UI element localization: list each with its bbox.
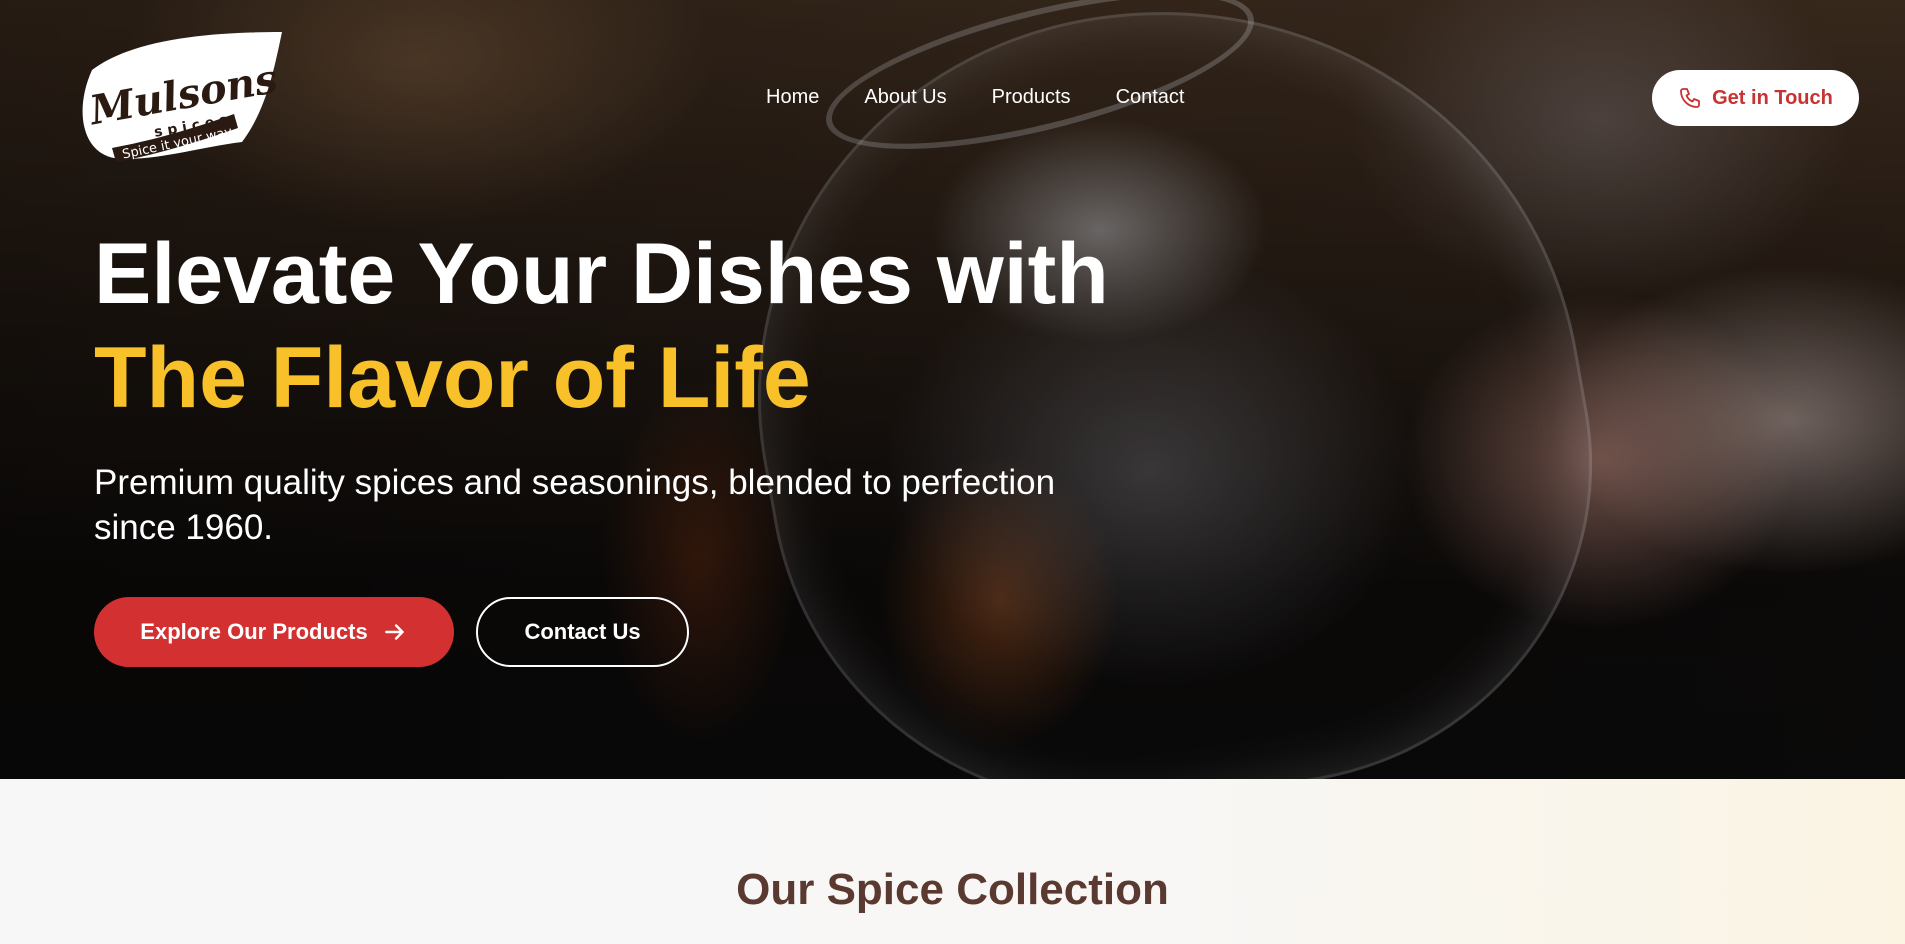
hero-headline-line2: The Flavor of Life (94, 330, 811, 426)
nav-item-about-us[interactable]: About Us (864, 84, 946, 110)
collection-title: Our Spice Collection (736, 865, 1169, 914)
nav-item-contact[interactable]: Contact (1116, 84, 1185, 110)
get-in-touch-button[interactable]: Get in Touch (1652, 70, 1859, 126)
phone-icon (1680, 88, 1701, 108)
arrow-right-icon (384, 624, 404, 640)
spice-collection-section: Our Spice Collection (0, 779, 1905, 944)
main-nav: Home About Us Products Contact (766, 84, 1185, 110)
explore-products-label: Explore Our Products (140, 619, 368, 644)
contact-us-label: Contact Us (524, 619, 641, 644)
mulsons-logo-icon: Mulsons spices Spice it your way (82, 32, 283, 163)
get-in-touch-label: Get in Touch (1712, 86, 1833, 109)
nav-item-home[interactable]: Home (766, 84, 819, 110)
hero-headline-line1: Elevate Your Dishes with (94, 226, 1109, 322)
hero-headline: Elevate Your Dishes with The Flavor of L… (94, 222, 1109, 430)
hero-subheadline: Premium quality spices and seasonings, b… (94, 463, 1056, 547)
nav-item-products[interactable]: Products (992, 84, 1071, 110)
explore-products-button[interactable]: Explore Our Products (94, 597, 454, 667)
contact-us-button[interactable]: Contact Us (476, 597, 689, 667)
brand-logo[interactable]: Mulsons spices Spice it your way (74, 30, 284, 170)
hero-section: Mulsons spices Spice it your way Home Ab… (0, 0, 1905, 779)
